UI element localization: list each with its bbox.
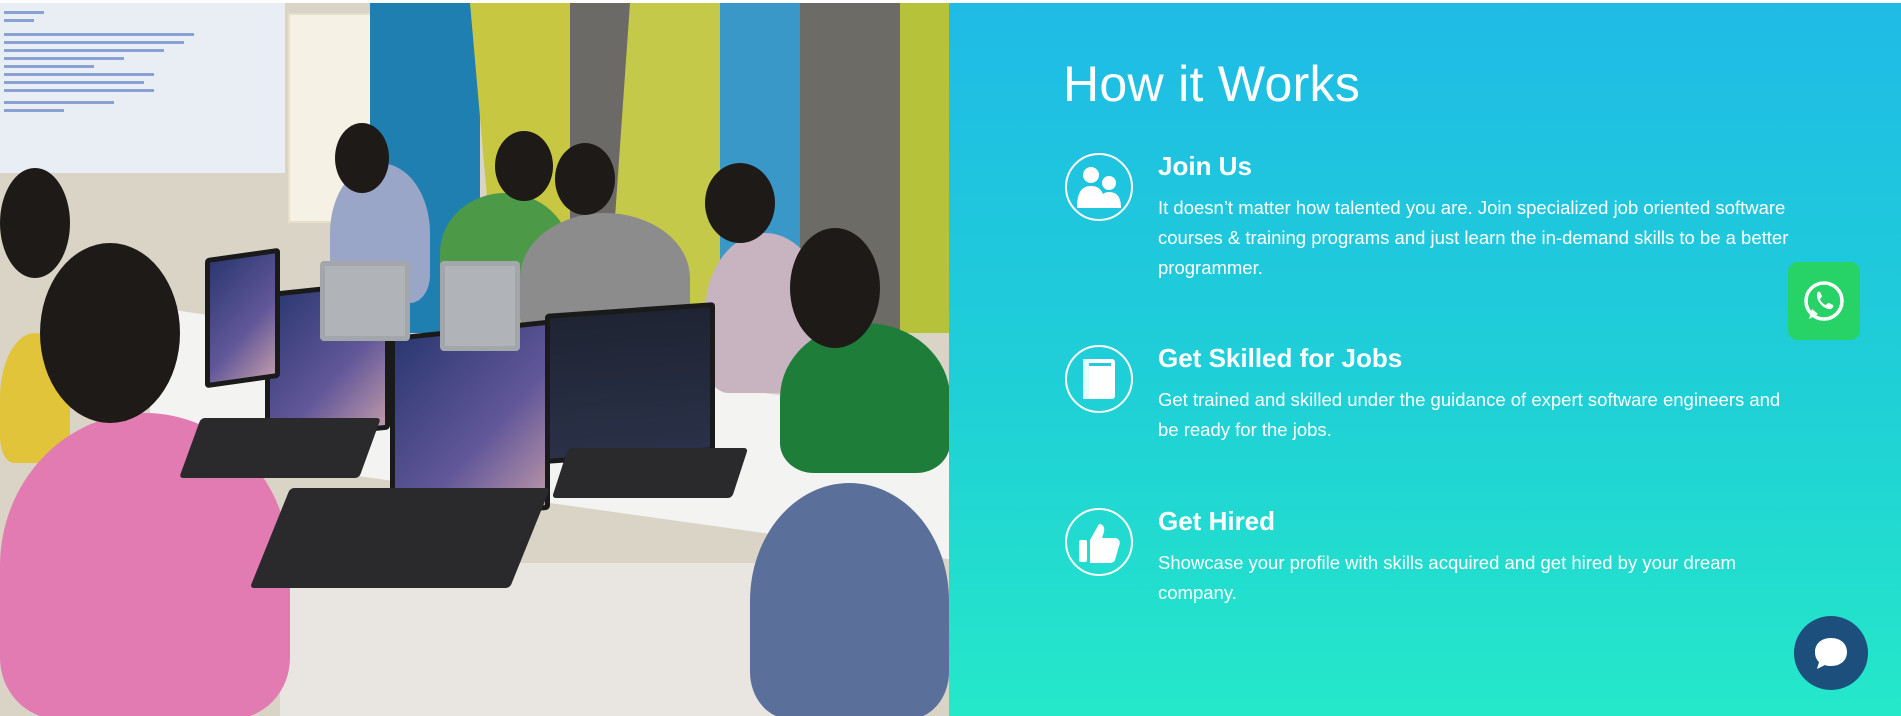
whatsapp-button[interactable] [1788, 262, 1860, 340]
step-title: Join Us [1158, 151, 1252, 181]
step-description: Get trained and skilled under the guidan… [1158, 389, 1781, 440]
section-heading: How it Works [1063, 56, 1361, 112]
chat-bubble-icon [1815, 638, 1847, 669]
how-it-works-panel: How it Works Join Us It doesn’t matter h… [949, 3, 1901, 716]
thumbs-up-icon [1065, 508, 1133, 576]
how-it-works-section: How it Works Join Us It doesn’t matter h… [0, 0, 1901, 716]
whatsapp-icon [1804, 281, 1844, 321]
book-icon [1065, 345, 1133, 413]
step-description: Showcase your profile with skills acquir… [1158, 552, 1736, 603]
step-title: Get Skilled for Jobs [1158, 343, 1403, 373]
step-description: It doesn’t matter how talented you are. … [1158, 197, 1789, 278]
users-icon [1065, 153, 1133, 221]
step-title: Get Hired [1158, 506, 1276, 536]
classroom-photo [0, 3, 949, 716]
projector-screen [0, 3, 285, 173]
chat-button[interactable] [1794, 616, 1868, 690]
